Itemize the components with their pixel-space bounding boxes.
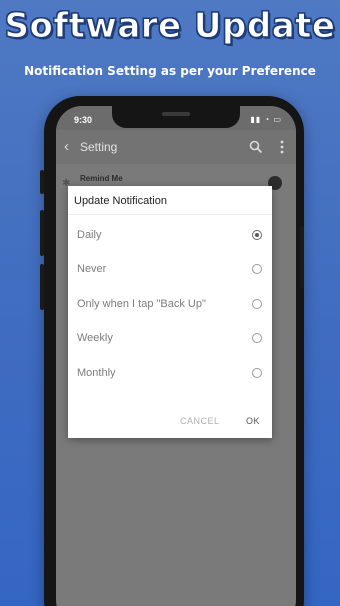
cancel-button[interactable]: CANCEL xyxy=(180,416,220,426)
status-icons: ▮▮ ◔ ▭ xyxy=(250,115,282,124)
radio-selected-icon[interactable] xyxy=(252,230,262,240)
radio-unselected-icon[interactable] xyxy=(252,264,262,274)
option-label: Daily xyxy=(77,229,102,241)
promo-subline: Notification Setting as per your Prefere… xyxy=(24,64,316,78)
toolbar-title: Setting xyxy=(80,140,118,154)
setting-row-label: Remind Me xyxy=(80,174,123,183)
dialog-divider xyxy=(68,214,272,215)
radio-unselected-icon[interactable] xyxy=(252,333,262,343)
option-daily[interactable]: Daily xyxy=(68,220,272,250)
option-never[interactable]: Never xyxy=(68,254,272,284)
app-toolbar: ‹ Setting xyxy=(56,130,296,164)
phone-power-button xyxy=(300,226,304,288)
more-vert-icon[interactable] xyxy=(278,140,286,154)
phone-volume-up-button xyxy=(40,210,44,256)
status-bar: 9:30 ▮▮ ◔ ▭ xyxy=(56,106,296,130)
speaker-grille xyxy=(162,112,190,116)
phone-volume-down-button xyxy=(40,264,44,310)
ok-button[interactable]: OK xyxy=(246,416,260,426)
option-monthly[interactable]: Monthly xyxy=(68,358,272,388)
option-label: Never xyxy=(77,263,107,275)
promo-headline: Software Update xyxy=(4,6,336,47)
option-label: Monthly xyxy=(77,367,116,379)
option-label: Weekly xyxy=(77,332,113,344)
status-time: 9:30 xyxy=(74,115,93,125)
phone-notch xyxy=(112,106,240,128)
option-label: Only when I tap "Back Up" xyxy=(77,298,206,310)
dialog-title: Update Notification xyxy=(74,195,167,207)
update-notification-dialog: Update Notification Daily Never Only whe… xyxy=(68,186,272,438)
radio-unselected-icon[interactable] xyxy=(252,299,262,309)
radio-unselected-icon[interactable] xyxy=(252,368,262,378)
option-only-when-back-up[interactable]: Only when I tap "Back Up" xyxy=(68,289,272,319)
option-weekly[interactable]: Weekly xyxy=(68,323,272,353)
back-arrow-icon[interactable]: ‹ xyxy=(64,138,69,155)
search-icon[interactable] xyxy=(248,139,264,155)
phone-side-button xyxy=(40,170,44,194)
